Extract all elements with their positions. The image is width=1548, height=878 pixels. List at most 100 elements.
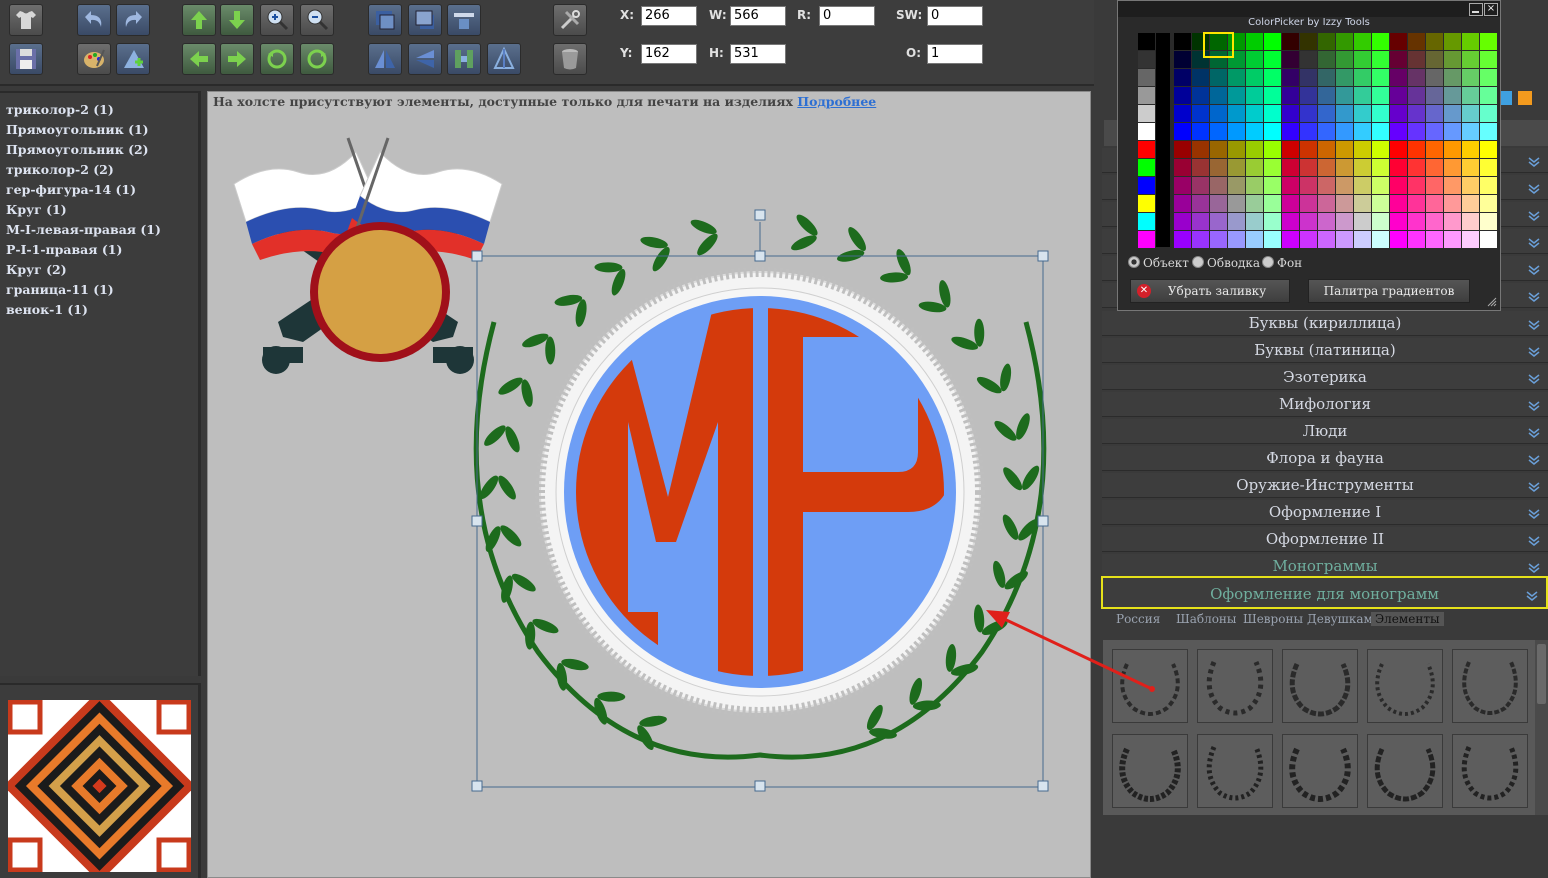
radio-stroke[interactable]: Обводка [1192,256,1260,270]
color-swatch[interactable] [1210,33,1227,50]
color-swatch[interactable] [1480,213,1497,230]
wreath-thumbnail[interactable] [1197,734,1273,808]
color-swatch[interactable] [1426,231,1443,248]
color-swatch[interactable] [1336,51,1353,68]
color-swatch[interactable] [1444,177,1461,194]
category-design-2[interactable]: Оформление II [1102,527,1548,552]
color-swatch[interactable] [1264,87,1281,104]
color-swatch[interactable] [1300,195,1317,212]
color-swatch[interactable] [1426,105,1443,122]
color-swatch[interactable] [1426,33,1443,50]
color-swatch[interactable] [1372,69,1389,86]
color-swatch[interactable] [1372,231,1389,248]
color-swatch[interactable] [1300,51,1317,68]
color-swatch[interactable] [1264,195,1281,212]
color-swatch[interactable] [1390,159,1407,176]
color-swatch[interactable] [1444,231,1461,248]
palette-icon[interactable] [77,43,111,75]
layer-item[interactable]: Р-I-1-правая (1) [6,242,122,257]
color-swatch[interactable] [1300,159,1317,176]
color-swatch[interactable] [1282,231,1299,248]
color-swatch[interactable] [1264,141,1281,158]
resize-handle[interactable] [1037,515,1049,527]
wreath-thumbnail[interactable] [1367,734,1443,808]
color-swatch[interactable] [1462,87,1479,104]
flip-vertical-icon[interactable] [408,43,442,75]
radio-background[interactable]: Фон [1262,256,1302,270]
subtab-russia[interactable]: Россия [1116,612,1160,626]
layer-item[interactable]: триколор-2 (2) [6,162,114,177]
color-swatch[interactable] [1408,159,1425,176]
color-swatch[interactable] [1480,195,1497,212]
color-swatch[interactable] [1462,69,1479,86]
color-swatch[interactable] [1210,231,1227,248]
color-swatch[interactable] [1354,159,1371,176]
odnoklassniki-icon[interactable] [1518,91,1532,105]
color-swatch[interactable] [1462,123,1479,140]
color-swatch[interactable] [1138,195,1155,212]
color-swatch[interactable] [1228,213,1245,230]
color-swatch[interactable] [1192,195,1209,212]
color-swatch[interactable] [1480,123,1497,140]
color-swatch[interactable] [1282,33,1299,50]
bring-front-icon[interactable] [368,4,402,36]
color-swatch[interactable] [1192,231,1209,248]
category-mythology[interactable]: Мифология [1102,392,1548,417]
layer-item[interactable]: венок-1 (1) [6,302,88,317]
color-swatch[interactable] [1354,213,1371,230]
x-input[interactable]: 266 [641,6,697,26]
color-swatch[interactable] [1192,33,1209,50]
wreath-thumbnail[interactable] [1367,649,1443,723]
color-swatch[interactable] [1300,69,1317,86]
wreath-thumbnail[interactable] [1197,649,1273,723]
wreath-thumbnail[interactable] [1452,734,1528,808]
tools-icon[interactable] [553,4,587,36]
wreath-thumbnail[interactable] [1112,734,1188,808]
color-swatch[interactable] [1282,177,1299,194]
resize-handle[interactable] [1037,780,1049,792]
opacity-input[interactable]: 1 [927,44,983,64]
color-swatch[interactable] [1336,195,1353,212]
color-swatch[interactable] [1174,51,1191,68]
color-swatch[interactable] [1282,51,1299,68]
color-swatch[interactable] [1318,51,1335,68]
color-swatch[interactable] [1408,69,1425,86]
category-letters-cyrillic[interactable]: Буквы (кириллица) [1102,311,1548,336]
zoom-out-icon[interactable] [300,4,334,36]
color-swatch[interactable] [1480,87,1497,104]
color-swatch[interactable] [1462,231,1479,248]
color-swatch[interactable] [1408,231,1425,248]
color-swatch[interactable] [1318,123,1335,140]
color-swatch[interactable] [1336,213,1353,230]
layer-item[interactable]: Прямоугольник (2) [6,142,149,157]
layer-item[interactable]: Круг (2) [6,262,67,277]
color-swatch[interactable] [1318,195,1335,212]
color-swatch[interactable] [1246,51,1263,68]
color-swatch[interactable] [1174,87,1191,104]
color-swatch[interactable] [1264,69,1281,86]
color-swatch[interactable] [1462,141,1479,158]
color-swatch[interactable] [1462,51,1479,68]
color-swatch[interactable] [1408,213,1425,230]
color-swatch[interactable] [1426,87,1443,104]
zoom-in-icon[interactable] [260,4,294,36]
resize-handle[interactable] [471,780,483,792]
color-swatch[interactable] [1300,141,1317,158]
color-swatch[interactable] [1390,141,1407,158]
color-swatch[interactable] [1228,177,1245,194]
color-swatch[interactable] [1300,177,1317,194]
color-swatch[interactable] [1462,105,1479,122]
rotate-left-icon[interactable] [260,43,294,75]
color-swatch[interactable] [1282,141,1299,158]
layer-item[interactable]: гер-фигура-14 (1) [6,182,136,197]
color-swatch[interactable] [1228,195,1245,212]
color-swatch[interactable] [1444,105,1461,122]
arrow-left-icon[interactable] [182,43,216,75]
color-swatch[interactable] [1210,123,1227,140]
color-swatch[interactable] [1372,141,1389,158]
color-swatch[interactable] [1408,105,1425,122]
color-swatch[interactable] [1372,51,1389,68]
color-swatch[interactable] [1282,213,1299,230]
color-swatch[interactable] [1480,105,1497,122]
color-swatch[interactable] [1264,213,1281,230]
